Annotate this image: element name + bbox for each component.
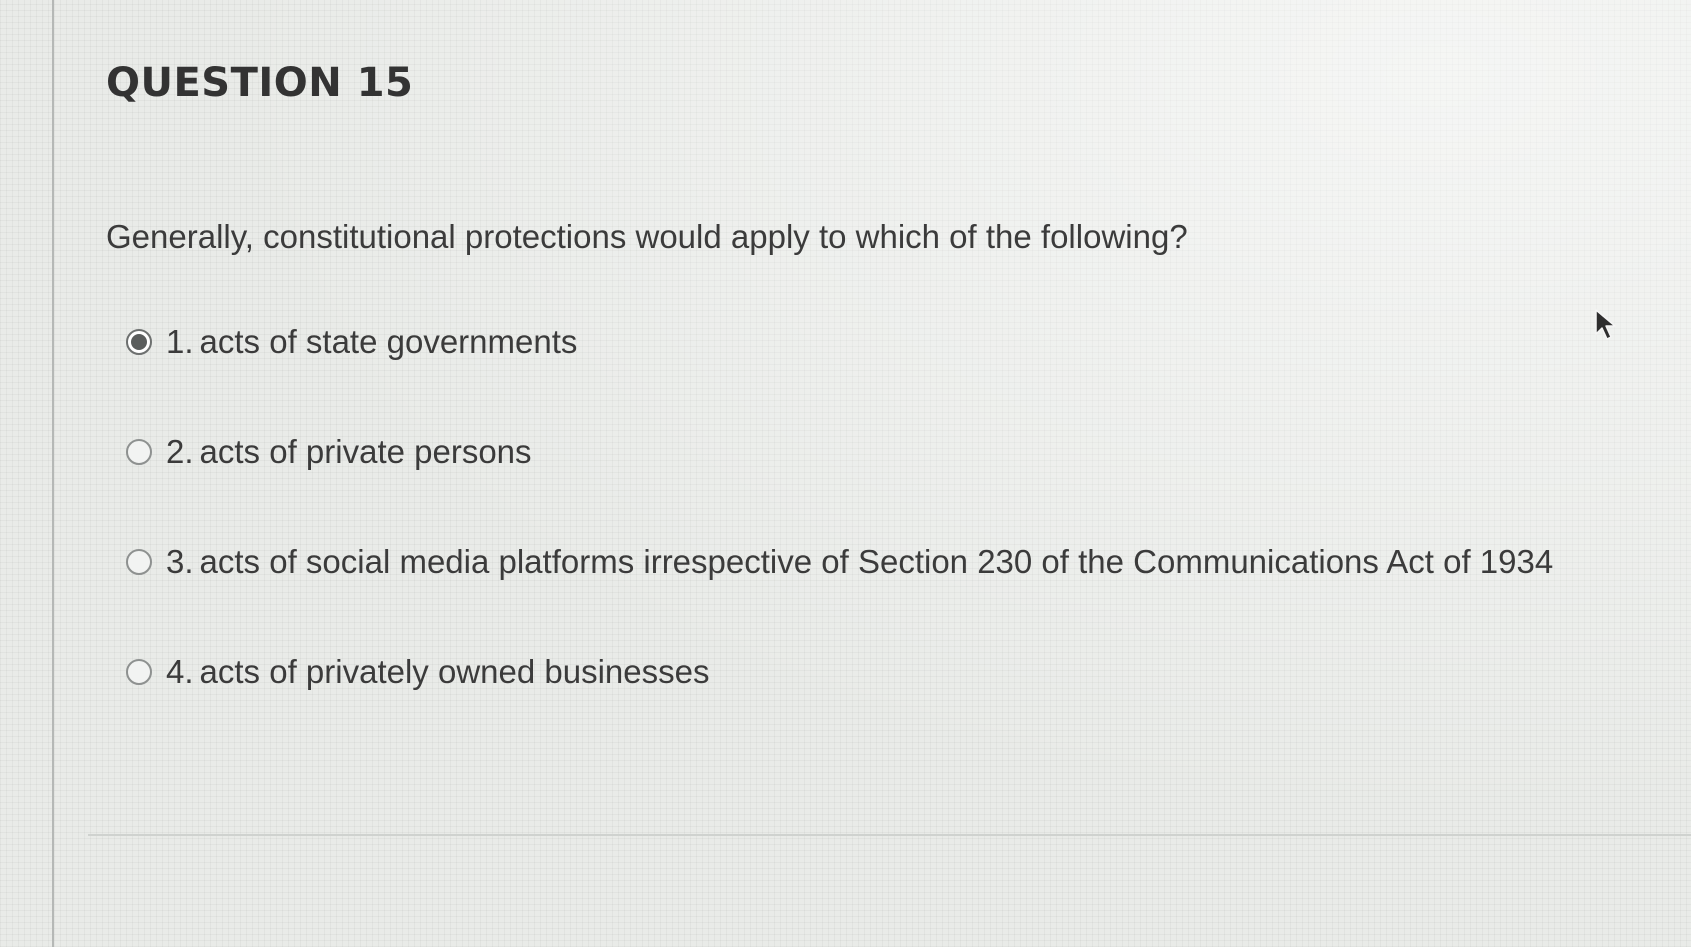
- option-label[interactable]: acts of social media platforms irrespect…: [200, 543, 1554, 581]
- question-title: QUESTION 15: [106, 60, 414, 106]
- answer-option-4[interactable]: 4. acts of privately owned businesses: [126, 652, 1666, 692]
- question-panel: QUESTION 15 Generally, constitutional pr…: [106, 60, 1666, 762]
- option-label[interactable]: acts of private persons: [200, 433, 532, 471]
- radio-button-selected[interactable]: [126, 329, 152, 355]
- option-number: 1.: [166, 323, 194, 360]
- left-divider: [52, 0, 54, 947]
- option-label[interactable]: acts of state governments: [200, 323, 578, 361]
- option-label[interactable]: acts of privately owned businesses: [200, 653, 710, 691]
- radio-button[interactable]: [126, 659, 152, 685]
- option-number: 4.: [166, 653, 194, 690]
- option-number: 3.: [166, 543, 194, 580]
- answer-option-2[interactable]: 2. acts of private persons: [126, 432, 1666, 472]
- answer-options: 1. acts of state governments 2. acts of …: [126, 322, 1666, 692]
- answer-option-3[interactable]: 3. acts of social media platforms irresp…: [126, 542, 1666, 582]
- answer-option-1[interactable]: 1. acts of state governments: [126, 322, 1666, 362]
- bottom-divider: [88, 834, 1691, 836]
- question-text: Generally, constitutional protections wo…: [106, 218, 1188, 255]
- radio-button[interactable]: [126, 549, 152, 575]
- option-number: 2.: [166, 433, 194, 470]
- radio-button[interactable]: [126, 439, 152, 465]
- mouse-pointer-icon: [1595, 309, 1616, 340]
